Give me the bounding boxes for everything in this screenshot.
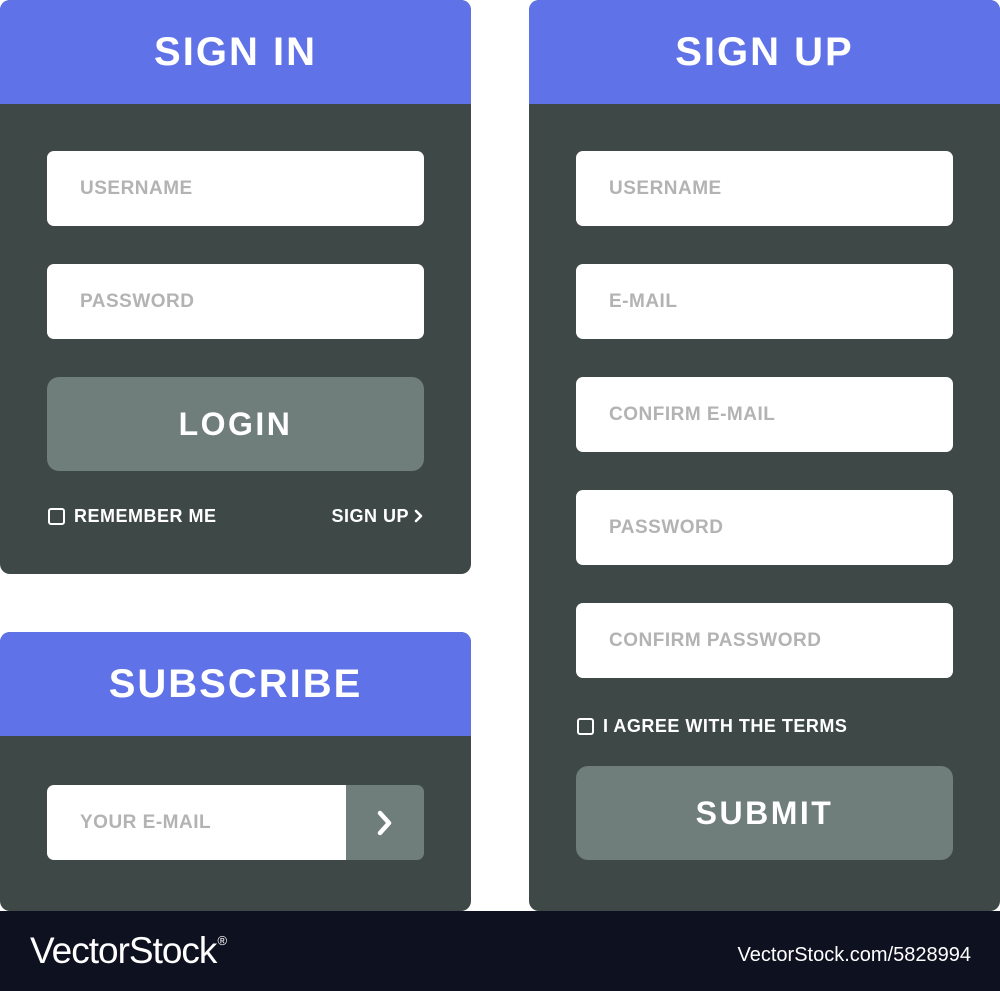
submit-button[interactable]: SUBMIT <box>576 766 953 860</box>
signup-title: SIGN UP <box>529 0 1000 104</box>
terms-label: I AGREE WITH THE TERMS <box>603 715 848 736</box>
signin-panel: SIGN IN USERNAME PASSWORD LOGIN REMEMBER… <box>0 0 471 574</box>
signin-password-field[interactable]: PASSWORD <box>47 264 424 339</box>
chevron-right-icon <box>414 509 423 523</box>
chevron-right-icon <box>377 810 392 835</box>
image-id: VectorStock.com/5828994 <box>737 944 971 966</box>
login-button[interactable]: LOGIN <box>47 377 424 471</box>
signup-password-field[interactable]: PASSWORD <box>576 490 953 565</box>
signup-link[interactable]: SIGN UP <box>331 506 424 526</box>
watermark-footer: VectorStock ® VectorStock.com/5828994 <box>0 911 1000 991</box>
signup-confirm-password-field[interactable]: CONFIRM PASSWORD <box>576 603 953 678</box>
remember-me[interactable]: REMEMBER ME <box>48 506 217 526</box>
signup-link-label: SIGN UP <box>331 505 409 526</box>
brand-name: VectorStock <box>30 930 217 971</box>
brand-logo: VectorStock ® <box>30 930 227 972</box>
signup-username-field[interactable]: USERNAME <box>576 151 953 226</box>
signup-panel: SIGN UP USERNAME E-MAIL CONFIRM E-MAIL P… <box>529 0 1000 911</box>
subscribe-email-field[interactable]: YOUR E-MAIL <box>47 785 347 860</box>
subscribe-title: SUBSCRIBE <box>0 632 471 736</box>
terms-checkbox[interactable] <box>577 717 594 735</box>
subscribe-panel: SUBSCRIBE YOUR E-MAIL <box>0 632 471 911</box>
signin-title: SIGN IN <box>0 0 471 104</box>
signin-username-field[interactable]: USERNAME <box>47 151 424 226</box>
registered-mark: ® <box>217 933 227 948</box>
signup-confirm-email-field[interactable]: CONFIRM E-MAIL <box>576 377 953 452</box>
remember-checkbox[interactable] <box>48 507 65 525</box>
signup-email-field[interactable]: E-MAIL <box>576 264 953 339</box>
subscribe-submit-button[interactable] <box>346 785 424 860</box>
remember-label: REMEMBER ME <box>74 505 217 526</box>
agree-terms[interactable]: I AGREE WITH THE TERMS <box>577 716 847 736</box>
